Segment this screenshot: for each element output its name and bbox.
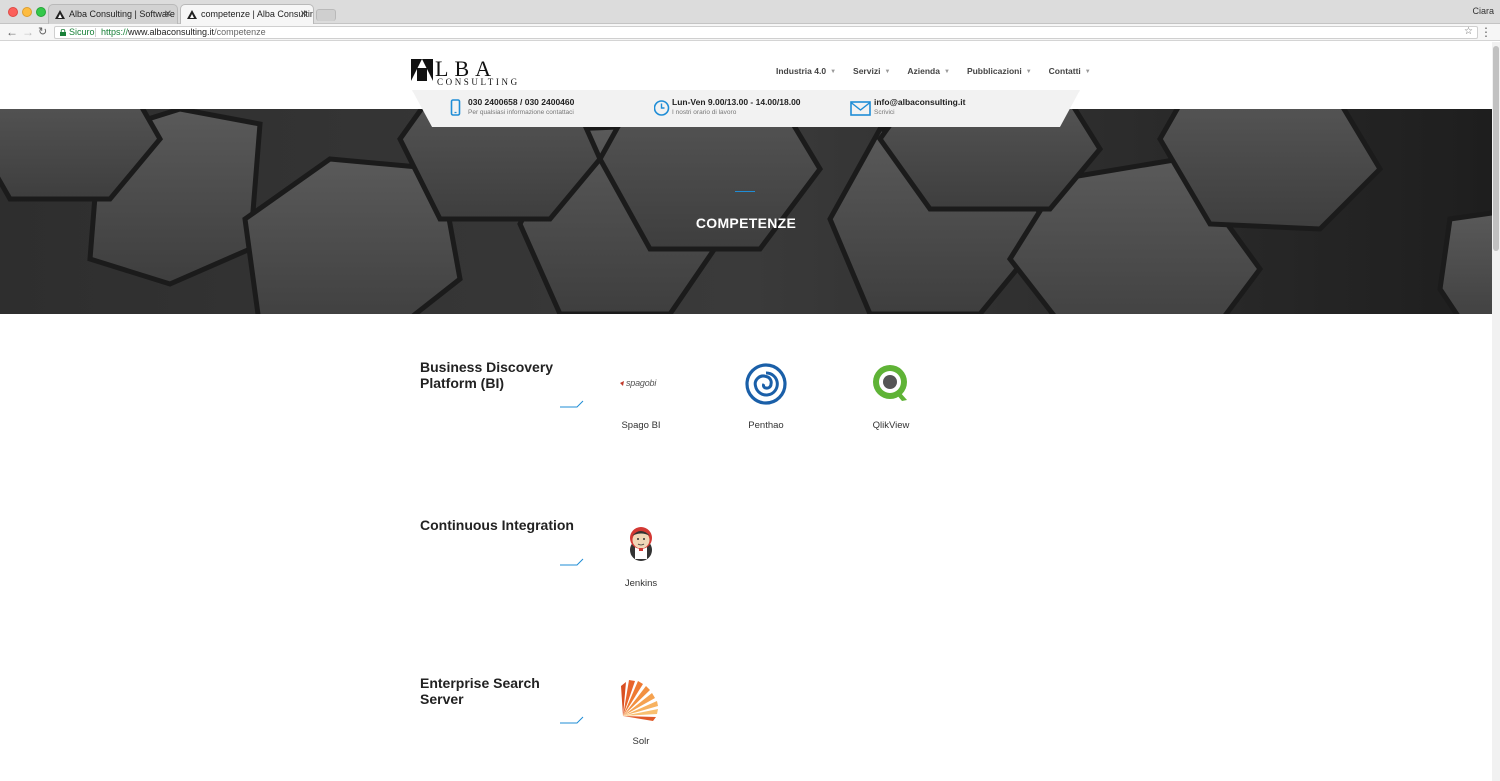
qlikview-logo	[869, 362, 913, 406]
url-protocol: https://	[101, 27, 129, 37]
tab-title: Alba Consulting | Software ho	[69, 9, 178, 19]
main-navigation: Industria 4.0 ▼ Servizi ▼ Azienda ▼ Pubblic…	[776, 65, 1108, 79]
contact-info-bar: 030 2400658 / 030 2400460 Per qualsiasi …	[412, 90, 1080, 127]
nav-item-label: Pubblicazioni	[966, 66, 1022, 76]
clock-icon	[654, 100, 670, 116]
tech-item-spagobi[interactable]: spagobi Spago BI	[596, 362, 686, 431]
chevron-down-icon: ▼	[830, 69, 837, 75]
jenkins-logo	[619, 520, 663, 564]
nav-item-azienda[interactable]: Azienda ▼	[907, 65, 950, 79]
scrollbar-thumb[interactable]	[1493, 46, 1499, 251]
section-enterprise-search: Enterprise Search Server Solr	[420, 675, 1020, 781]
info-subtitle: Scrivici	[874, 109, 895, 116]
back-arrow-icon[interactable]: ←	[6, 25, 18, 39]
address-bar[interactable]: Sicuro https://www.albaconsulting.it/com…	[54, 26, 1478, 39]
chevron-down-icon: ▼	[1084, 69, 1091, 75]
tech-item-qlikview[interactable]: QlikView	[846, 362, 936, 431]
browser-tab-competenze[interactable]: competenze | Alba Consulting ✕	[180, 4, 314, 24]
url-host: www.albaconsulting.it	[128, 27, 215, 37]
page-title: COMPETENZE	[695, 215, 797, 231]
tech-label: Penthao	[748, 420, 784, 431]
section-accent-line	[560, 400, 584, 408]
qlikview-mark	[873, 365, 907, 401]
logo-mark-inner	[417, 68, 427, 81]
profile-name[interactable]: Ciara	[1472, 6, 1494, 16]
url-path: /competenze	[214, 27, 266, 37]
lock-icon	[60, 29, 66, 36]
jenkins-butler-mark	[630, 527, 652, 561]
new-tab-button[interactable]	[316, 9, 336, 21]
divider	[95, 28, 96, 37]
solr-logo	[619, 678, 663, 722]
tech-label: Spago BI	[621, 420, 661, 431]
bookmark-star-icon[interactable]: ☆	[1464, 26, 1473, 37]
section-business-discovery: Business Discovery Platform (BI) spagobi…	[420, 359, 1020, 470]
nav-item-industria[interactable]: Industria 4.0 ▼	[776, 65, 836, 79]
browser-menu-icon[interactable]: ⋮	[1480, 25, 1492, 39]
alba-favicon-icon	[187, 10, 197, 19]
alba-consulting-logo[interactable]: LBA CONSULTING	[411, 57, 517, 87]
alba-favicon-icon	[55, 10, 65, 19]
minimize-window-button[interactable]	[22, 7, 32, 17]
browser-tab-strip: Alba Consulting | Software ho ✕ competen…	[0, 0, 1500, 24]
tech-item-solr[interactable]: Solr	[596, 678, 686, 747]
nav-item-label: Azienda	[907, 66, 940, 76]
info-subtitle: Per qualsiasi informazione contattaci	[468, 109, 574, 116]
nav-item-servizi[interactable]: Servizi ▼	[853, 65, 890, 79]
tech-item-jenkins[interactable]: Jenkins	[596, 520, 686, 589]
close-tab-icon[interactable]: ✕	[164, 5, 172, 24]
info-title: Lun-Ven 9.00/13.00 - 14.00/18.00	[672, 97, 801, 107]
section-accent-line	[560, 558, 584, 566]
site-header: LBA CONSULTING Industria 4.0 ▼ Servizi ▼ A…	[0, 42, 1492, 132]
web-page: COMPETENZE LBA CONSULTING Industria 4.0 ▼…	[0, 42, 1492, 781]
chevron-down-icon: ▼	[943, 69, 950, 75]
section-title: Enterprise Search Server	[420, 675, 540, 707]
section-title: Continuous Integration	[420, 517, 574, 533]
logo-subtitle: CONSULTING	[437, 77, 520, 87]
tech-label: QlikView	[872, 420, 910, 431]
section-title: Business Discovery Platform (BI)	[420, 359, 554, 391]
spagobi-logo: spagobi	[619, 362, 663, 406]
info-subtitle: I nostri orario di lavoro	[672, 109, 737, 116]
tech-label: Jenkins	[624, 578, 658, 589]
section-continuous-integration: Continuous Integration Jenkins	[420, 517, 1020, 628]
chevron-down-icon: ▼	[1025, 69, 1032, 75]
info-title: 030 2400658 / 030 2400460	[468, 97, 575, 107]
tab-title: competenze | Alba Consulting	[201, 9, 314, 19]
nav-item-label: Industria 4.0	[776, 66, 827, 76]
address-toolbar: ← → ↻ Sicuro https://www.albaconsulting.…	[0, 24, 1500, 41]
phone-icon	[450, 99, 461, 116]
page-scrollbar[interactable]	[1492, 42, 1500, 781]
pentaho-spiral-mark	[745, 363, 787, 405]
solr-sunburst-mark	[621, 680, 658, 721]
spagobi-logo-text: spagobi	[626, 378, 657, 388]
section-accent-line	[560, 716, 584, 724]
browser-tab-home[interactable]: Alba Consulting | Software ho ✕	[48, 4, 178, 24]
envelope-icon	[850, 101, 871, 116]
hexagon-background-image	[0, 109, 1492, 314]
hero-accent-line	[735, 191, 755, 192]
secure-label: Sicuro	[69, 27, 95, 37]
close-tab-icon[interactable]: ✕	[300, 5, 308, 24]
nav-item-pubblicazioni[interactable]: Pubblicazioni ▼	[967, 65, 1032, 79]
nav-item-contatti[interactable]: Contatti ▼	[1049, 65, 1091, 79]
forward-arrow-icon[interactable]: →	[22, 25, 34, 39]
tech-item-pentaho[interactable]: Penthao	[721, 362, 811, 431]
info-title: info@albaconsulting.it	[874, 97, 966, 107]
maximize-window-button[interactable]	[36, 7, 46, 17]
close-window-button[interactable]	[8, 7, 18, 17]
nav-item-label: Servizi	[853, 66, 881, 76]
url-text: https://www.albaconsulting.it/competenze	[101, 27, 266, 38]
nav-item-label: Contatti	[1048, 66, 1081, 76]
chevron-down-icon: ▼	[884, 69, 891, 75]
reload-icon[interactable]: ↻	[38, 25, 47, 39]
tech-label: Solr	[632, 736, 650, 747]
pentaho-spiral-logo	[744, 362, 788, 406]
page-hero-banner: COMPETENZE	[0, 109, 1492, 314]
